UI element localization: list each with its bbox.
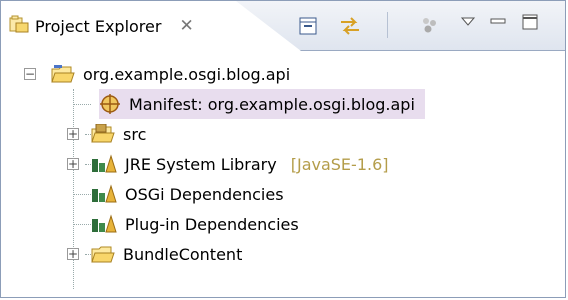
project-explorer-icon [9, 15, 29, 37]
tree-item-jre-system-library[interactable]: JRE System Library [JavaSE-1.6] [91, 149, 389, 179]
project-folder-icon [51, 65, 75, 83]
expand-toggle[interactable]: + [67, 158, 79, 170]
tree-item-label: src [123, 124, 147, 144]
view-header: Project Explorer ✕ [1, 1, 565, 51]
close-view-button[interactable]: ✕ [179, 16, 193, 36]
tree-item-plugin-dependencies[interactable]: Plug-in Dependencies [91, 209, 299, 239]
tree-item-project[interactable]: org.example.osgi.blog.api [51, 59, 290, 89]
toolbar-separator [387, 12, 388, 38]
tree-item-src[interactable]: src [91, 119, 146, 149]
tree-item-bundlecontent[interactable]: BundleContent [91, 239, 242, 269]
expand-toggle[interactable]: + [67, 248, 79, 260]
view-toolbar [265, 1, 565, 51]
filters-button[interactable] [415, 11, 445, 41]
maximize-icon [522, 14, 538, 30]
tree-connector [73, 194, 91, 195]
source-folder-icon [91, 124, 115, 143]
tree-item-decoration: [JavaSE-1.6] [290, 154, 389, 174]
link-with-editor-button[interactable] [335, 11, 365, 41]
view-menu-icon [460, 17, 476, 26]
expand-toggle[interactable]: + [67, 128, 79, 140]
library-icon [92, 184, 117, 203]
minimize-icon [490, 18, 506, 24]
tree-item-label: org.example.osgi.blog.api [83, 64, 291, 84]
collapse-all-button[interactable] [293, 11, 323, 41]
minimize-button[interactable] [483, 7, 513, 37]
library-icon [92, 214, 117, 233]
view-menu-button[interactable] [453, 7, 483, 37]
tree-item-label: Plug-in Dependencies [125, 214, 299, 234]
tree-item-label: OSGi Dependencies [125, 184, 284, 204]
manifest-icon [100, 94, 120, 114]
collapse-all-icon [299, 17, 317, 35]
collapse-toggle[interactable]: − [24, 68, 36, 80]
tree-connector [73, 104, 91, 105]
tree-item-label: JRE System Library [125, 154, 277, 174]
library-icon [92, 154, 117, 173]
tree-item-osgi-dependencies[interactable]: OSGi Dependencies [91, 179, 284, 209]
filters-icon [423, 18, 436, 33]
folder-icon [91, 246, 115, 263]
tree-item-label: BundleContent [123, 244, 243, 264]
link-with-editor-icon [341, 17, 359, 35]
tab-project-explorer[interactable]: Project Explorer ✕ [1, 1, 301, 51]
tree-item-label: Manifest: org.example.osgi.blog.api [129, 94, 415, 114]
maximize-button[interactable] [515, 7, 545, 37]
view-title: Project Explorer [35, 16, 162, 36]
tree-item-manifest[interactable]: Manifest: org.example.osgi.blog.api [99, 89, 425, 119]
project-explorer-view: Project Explorer ✕ − org.example.osgi.bl… [0, 0, 566, 298]
tree-connector [73, 224, 91, 225]
